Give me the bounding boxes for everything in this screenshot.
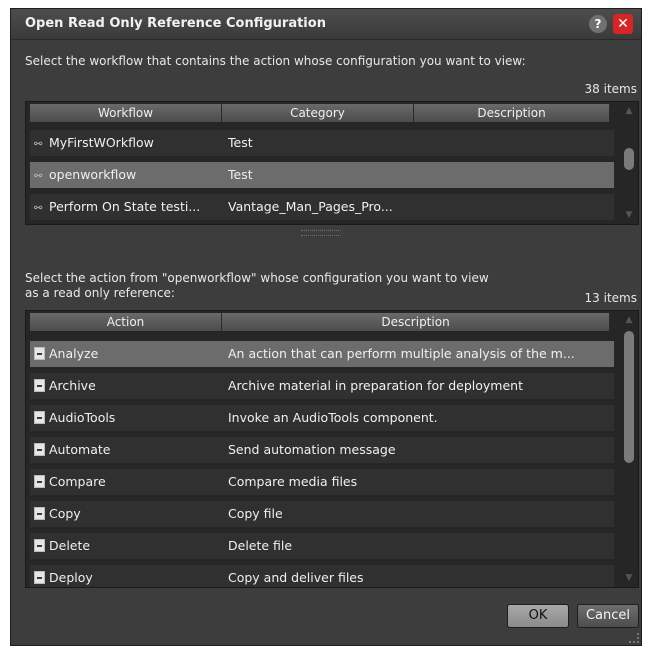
- action-icon: [34, 571, 45, 584]
- action-icon: [34, 507, 45, 520]
- action-name-cell: Archive: [34, 373, 222, 399]
- splitter-grip[interactable]: [301, 230, 341, 236]
- action-scroll-thumb[interactable]: [624, 331, 634, 463]
- action-prompt-line1: Select the action from "openworkflow" wh…: [25, 271, 489, 285]
- action-icon: [34, 475, 45, 488]
- dialog-titlebar[interactable]: Open Read Only Reference Configuration ?…: [11, 9, 641, 40]
- column-header-description[interactable]: Description: [414, 104, 610, 122]
- action-prompt: Select the action from "openworkflow" wh…: [25, 271, 585, 301]
- workflow-category-cell: Test: [228, 135, 253, 150]
- action-name-cell: Delete: [34, 533, 222, 559]
- action-row[interactable]: Archive Archive material in preparation …: [30, 373, 614, 399]
- workflow-category-cell: Vantage_Man_Pages_Pro...: [228, 199, 393, 214]
- open-reference-dialog: Open Read Only Reference Configuration ?…: [10, 8, 642, 646]
- workflow-count: 38 items: [584, 82, 637, 96]
- action-description-cell: Delete file: [228, 538, 293, 553]
- resize-grip-icon[interactable]: [629, 633, 639, 643]
- scroll-down-icon[interactable]: ▼: [624, 210, 634, 220]
- action-name-cell: Automate: [34, 437, 222, 463]
- action-description-cell: Compare media files: [228, 474, 358, 489]
- scroll-up-icon[interactable]: ▲: [624, 106, 634, 116]
- action-prompt-line2: as a read only reference:: [25, 286, 175, 300]
- scroll-down-icon[interactable]: ▼: [624, 573, 634, 583]
- workflow-name-cell: ⚯ MyFirstWOrkflow: [34, 130, 222, 156]
- workflow-icon: ⚯: [34, 203, 43, 214]
- action-scrollbar[interactable]: ▲ ▼: [622, 313, 636, 585]
- workflow-scrollbar[interactable]: ▲ ▼: [622, 104, 636, 222]
- workflow-table: Workflow Category Description ⚯ MyFirstWO…: [25, 101, 639, 225]
- workflow-row[interactable]: ⚯ Perform On State testi... Vantage_Man_P…: [30, 194, 614, 220]
- help-icon[interactable]: ?: [589, 15, 607, 33]
- action-table: Action Description Analyze An action tha…: [25, 310, 639, 588]
- action-icon: [34, 443, 45, 456]
- workflow-scroll-thumb[interactable]: [624, 148, 634, 170]
- column-header-action[interactable]: Action: [30, 313, 222, 331]
- action-description-cell: Copy file: [228, 506, 283, 521]
- workflow-name-cell: ⚯ openworkflow: [34, 162, 222, 188]
- action-row-selected[interactable]: Analyze An action that can perform multi…: [30, 341, 614, 367]
- column-header-category[interactable]: Category: [222, 104, 414, 122]
- action-description-cell: Invoke an AudioTools component.: [228, 410, 438, 425]
- action-icon: [34, 347, 45, 360]
- workflow-row-selected[interactable]: ⚯ openworkflow Test: [30, 162, 614, 188]
- cancel-button[interactable]: Cancel: [577, 604, 639, 628]
- action-row[interactable]: Delete Delete file: [30, 533, 614, 559]
- column-header-workflow[interactable]: Workflow: [30, 104, 222, 122]
- workflow-row[interactable]: ⚯ MyFirstWOrkflow Test: [30, 130, 614, 156]
- column-header-action-description[interactable]: Description: [222, 313, 610, 331]
- workflow-name-cell: ⚯ Perform On State testi...: [34, 194, 222, 220]
- action-row[interactable]: Copy Copy file: [30, 501, 614, 527]
- action-name-cell: AudioTools: [34, 405, 222, 431]
- action-description-cell: An action that can perform multiple anal…: [228, 346, 575, 361]
- action-name-cell: Analyze: [34, 341, 222, 367]
- workflow-category-cell: Test: [228, 167, 253, 182]
- action-name-cell: Copy: [34, 501, 222, 527]
- action-row[interactable]: Automate Send automation message: [30, 437, 614, 463]
- action-row[interactable]: AudioTools Invoke an AudioTools componen…: [30, 405, 614, 431]
- action-icon: [34, 411, 45, 424]
- ok-button[interactable]: OK: [507, 604, 569, 628]
- action-row[interactable]: Compare Compare media files: [30, 469, 614, 495]
- workflow-icon: ⚯: [34, 139, 43, 150]
- action-row[interactable]: Deploy Copy and deliver files: [30, 565, 614, 587]
- scroll-up-icon[interactable]: ▲: [624, 315, 634, 325]
- action-icon: [34, 539, 45, 552]
- action-count: 13 items: [584, 291, 637, 305]
- action-name-cell: Compare: [34, 469, 222, 495]
- action-description-cell: Copy and deliver files: [228, 570, 364, 585]
- action-name-cell: Deploy: [34, 565, 222, 587]
- dialog-title: Open Read Only Reference Configuration: [25, 16, 326, 31]
- workflow-icon: ⚯: [34, 171, 43, 182]
- action-description-cell: Send automation message: [228, 442, 396, 457]
- close-icon[interactable]: ✕: [613, 14, 633, 34]
- workflow-prompt: Select the workflow that contains the ac…: [25, 54, 526, 68]
- action-icon: [34, 379, 45, 392]
- action-description-cell: Archive material in preparation for depl…: [228, 378, 523, 393]
